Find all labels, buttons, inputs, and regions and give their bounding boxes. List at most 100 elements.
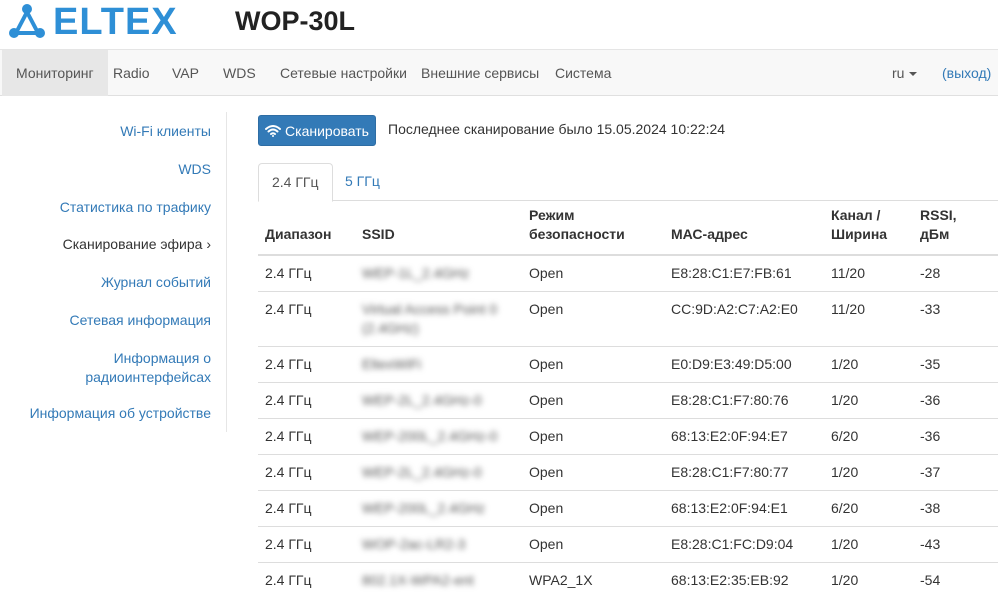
cell-rssi: -54 <box>913 563 998 598</box>
scan-results-table: Диапазон SSID Режимбезопасности МАС-адре… <box>258 201 998 598</box>
col-band[interactable]: Диапазон <box>258 201 355 255</box>
table-row[interactable]: 2.4 ГГц802.1X-WPA2-entWPA2_1X68:13:E2:35… <box>258 563 998 598</box>
cell-band: 2.4 ГГц <box>258 347 355 383</box>
cell-mac: E0:D9:E3:49:D5:00 <box>664 347 824 383</box>
nav-system[interactable]: Система <box>541 50 625 96</box>
nav-network-settings[interactable]: Сетевые настройки <box>266 50 421 96</box>
cell-channel: 1/20 <box>824 383 913 419</box>
cell-rssi: -33 <box>913 292 998 347</box>
cell-channel: 6/20 <box>824 419 913 455</box>
scan-button-label: Сканировать <box>285 123 369 139</box>
cell-ssid: WEP-200L_2.4GHz-0 <box>355 419 522 455</box>
cell-band: 2.4 ГГц <box>258 419 355 455</box>
last-scan-status: Последнее сканирование было 15.05.2024 1… <box>388 121 725 137</box>
table-row[interactable]: 2.4 ГГцWEP-200L_2.4GHzOpen68:13:E2:0F:94… <box>258 491 998 527</box>
cell-rssi: -43 <box>913 527 998 563</box>
cell-mac: 68:13:E2:0F:94:E7 <box>664 419 824 455</box>
col-rssi[interactable]: RSSI,дБм <box>913 201 998 255</box>
cell-security: Open <box>522 419 664 455</box>
col-channel-line1: Канал / <box>831 206 906 225</box>
ssid-value: EltexWiFi <box>362 356 421 372</box>
sidebar-item-event-log[interactable]: Журнал событий <box>101 273 211 292</box>
cell-rssi: -36 <box>913 383 998 419</box>
table-row[interactable]: 2.4 ГГц WEP-2L_2.4GHz-0 OpenE8:28:C1:F7:80… <box>258 383 998 419</box>
tab-5ghz[interactable]: 5 ГГц <box>332 163 393 201</box>
cell-ssid: Virtual Access Point 0 (2.4GHz) <box>355 292 522 347</box>
sidebar-item-wifi-clients[interactable]: Wi-Fi клиенты <box>120 122 211 141</box>
band-tabs: 2.4 ГГц 5 ГГц <box>258 163 998 201</box>
ssid-value: 802.1X-WPA2-ent <box>362 572 474 588</box>
col-security-line1: Режим <box>529 206 657 225</box>
top-navbar: Мониторинг Radio VAP WDS Сетевые настрой… <box>0 49 998 96</box>
col-channel[interactable]: Канал /Ширина <box>824 201 913 255</box>
sidebar-item-network-info[interactable]: Сетевая информация <box>70 311 211 330</box>
eltex-logo[interactable]: ELTEX <box>8 3 183 41</box>
table-row[interactable]: 2.4 ГГцWEP-200L_2.4GHz-0Open68:13:E2:0F:… <box>258 419 998 455</box>
cell-rssi: -28 <box>913 255 998 292</box>
nav-monitoring[interactable]: Мониторинг <box>2 50 108 96</box>
cell-security: Open <box>522 255 664 292</box>
sidebar-item-wds[interactable]: WDS <box>178 160 211 179</box>
cell-security: Open <box>522 383 664 419</box>
caret-down-icon <box>909 72 917 76</box>
table-row[interactable]: 2.4 ГГцVirtual Access Point 0 (2.4GHz) Op… <box>258 292 998 347</box>
cell-ssid: 802.1X-WPA2-ent <box>355 563 522 598</box>
cell-rssi: -37 <box>913 455 998 491</box>
cell-channel: 1/20 <box>824 527 913 563</box>
cell-band: 2.4 ГГц <box>258 292 355 347</box>
cell-mac: E8:28:C1:F7:80:77 <box>664 455 824 491</box>
ssid-value: Virtual Access Point 0 (2.4GHz) <box>362 301 497 336</box>
col-security[interactable]: Режимбезопасности <box>522 201 664 255</box>
sidebar-item-radio-info-line2: радиоинтерфейсах <box>85 368 211 387</box>
ssid-value: WEP-1L_2.4GHz <box>362 265 469 281</box>
cell-security: Open <box>522 347 664 383</box>
eltex-logo-icon <box>8 3 50 41</box>
cell-mac: E8:28:C1:F7:80:76 <box>664 383 824 419</box>
cell-channel: 1/20 <box>824 347 913 383</box>
cell-ssid: WEP-2L_2.4GHz-0 <box>355 455 522 491</box>
sidebar-item-air-scan[interactable]: Сканирование эфира › <box>63 235 211 254</box>
sidebar-item-radio-info[interactable]: Информация о радиоинтерфейсах <box>85 349 211 387</box>
cell-band: 2.4 ГГц <box>258 527 355 563</box>
cell-ssid: WOP-2ac-LR2-3 <box>355 527 522 563</box>
table-body: 2.4 ГГцWEP-1L_2.4GHzOpenE8:28:C1:E7:FB:6… <box>258 255 998 598</box>
cell-ssid: EltexWiFi <box>355 347 522 383</box>
sidebar: Wi-Fi клиенты WDS Статистика по трафику … <box>0 112 227 432</box>
col-ssid[interactable]: SSID <box>355 201 522 255</box>
cell-mac: 68:13:E2:35:EB:92 <box>664 563 824 598</box>
scan-button[interactable]: Сканировать <box>258 115 376 146</box>
cell-channel: 11/20 <box>824 292 913 347</box>
logo-text: ELTEX <box>53 1 178 44</box>
cell-ssid: WEP-2L_2.4GHz-0 <box>355 383 522 419</box>
cell-mac: CC:9D:A2:C7:A2:E0 <box>664 292 824 347</box>
table-header-row: Диапазон SSID Режимбезопасности МАС-адре… <box>258 201 998 255</box>
cell-band: 2.4 ГГц <box>258 491 355 527</box>
cell-security: Open <box>522 455 664 491</box>
nav-radio[interactable]: Radio <box>99 50 164 96</box>
table-row[interactable]: 2.4 ГГц EltexWiFi OpenE0:D9:E3:49:D5:001/2… <box>258 347 998 383</box>
cell-channel: 6/20 <box>824 491 913 527</box>
table-row[interactable]: 2.4 ГГцWOP-2ac-LR2-3OpenE8:28:C1:FC:D9:0… <box>258 527 998 563</box>
nav-vap[interactable]: VAP <box>158 50 213 96</box>
sidebar-item-traffic-stats[interactable]: Статистика по трафику <box>60 198 211 217</box>
cell-mac: 68:13:E2:0F:94:E1 <box>664 491 824 527</box>
cell-rssi: -35 <box>913 347 998 383</box>
language-dropdown[interactable]: ru <box>892 50 917 96</box>
table-row[interactable]: 2.4 ГГцWEP-2L_2.4GHz-0OpenE8:28:C1:F7:80… <box>258 455 998 491</box>
sidebar-item-device-info[interactable]: Информация об устройстве <box>30 404 211 423</box>
col-mac[interactable]: МАС-адрес <box>664 201 824 255</box>
nav-external-services[interactable]: Внешние сервисы <box>407 50 553 96</box>
tab-2-4ghz[interactable]: 2.4 ГГц <box>258 163 333 202</box>
ssid-value: WEP-2L_2.4GHz-0 <box>362 392 482 408</box>
device-model-title: WOP-30L <box>235 6 355 37</box>
sidebar-item-radio-info-line1: Информация о <box>85 349 211 368</box>
ssid-value: WEP-2L_2.4GHz-0 <box>362 464 482 480</box>
table-row[interactable]: 2.4 ГГцWEP-1L_2.4GHzOpenE8:28:C1:E7:FB:6… <box>258 255 998 292</box>
cell-channel: 1/20 <box>824 455 913 491</box>
cell-security: Open <box>522 292 664 347</box>
cell-band: 2.4 ГГц <box>258 383 355 419</box>
cell-mac: E8:28:C1:FC:D9:04 <box>664 527 824 563</box>
logout-link[interactable]: (выход) <box>942 50 991 96</box>
nav-wds[interactable]: WDS <box>209 50 270 96</box>
cell-rssi: -36 <box>913 419 998 455</box>
